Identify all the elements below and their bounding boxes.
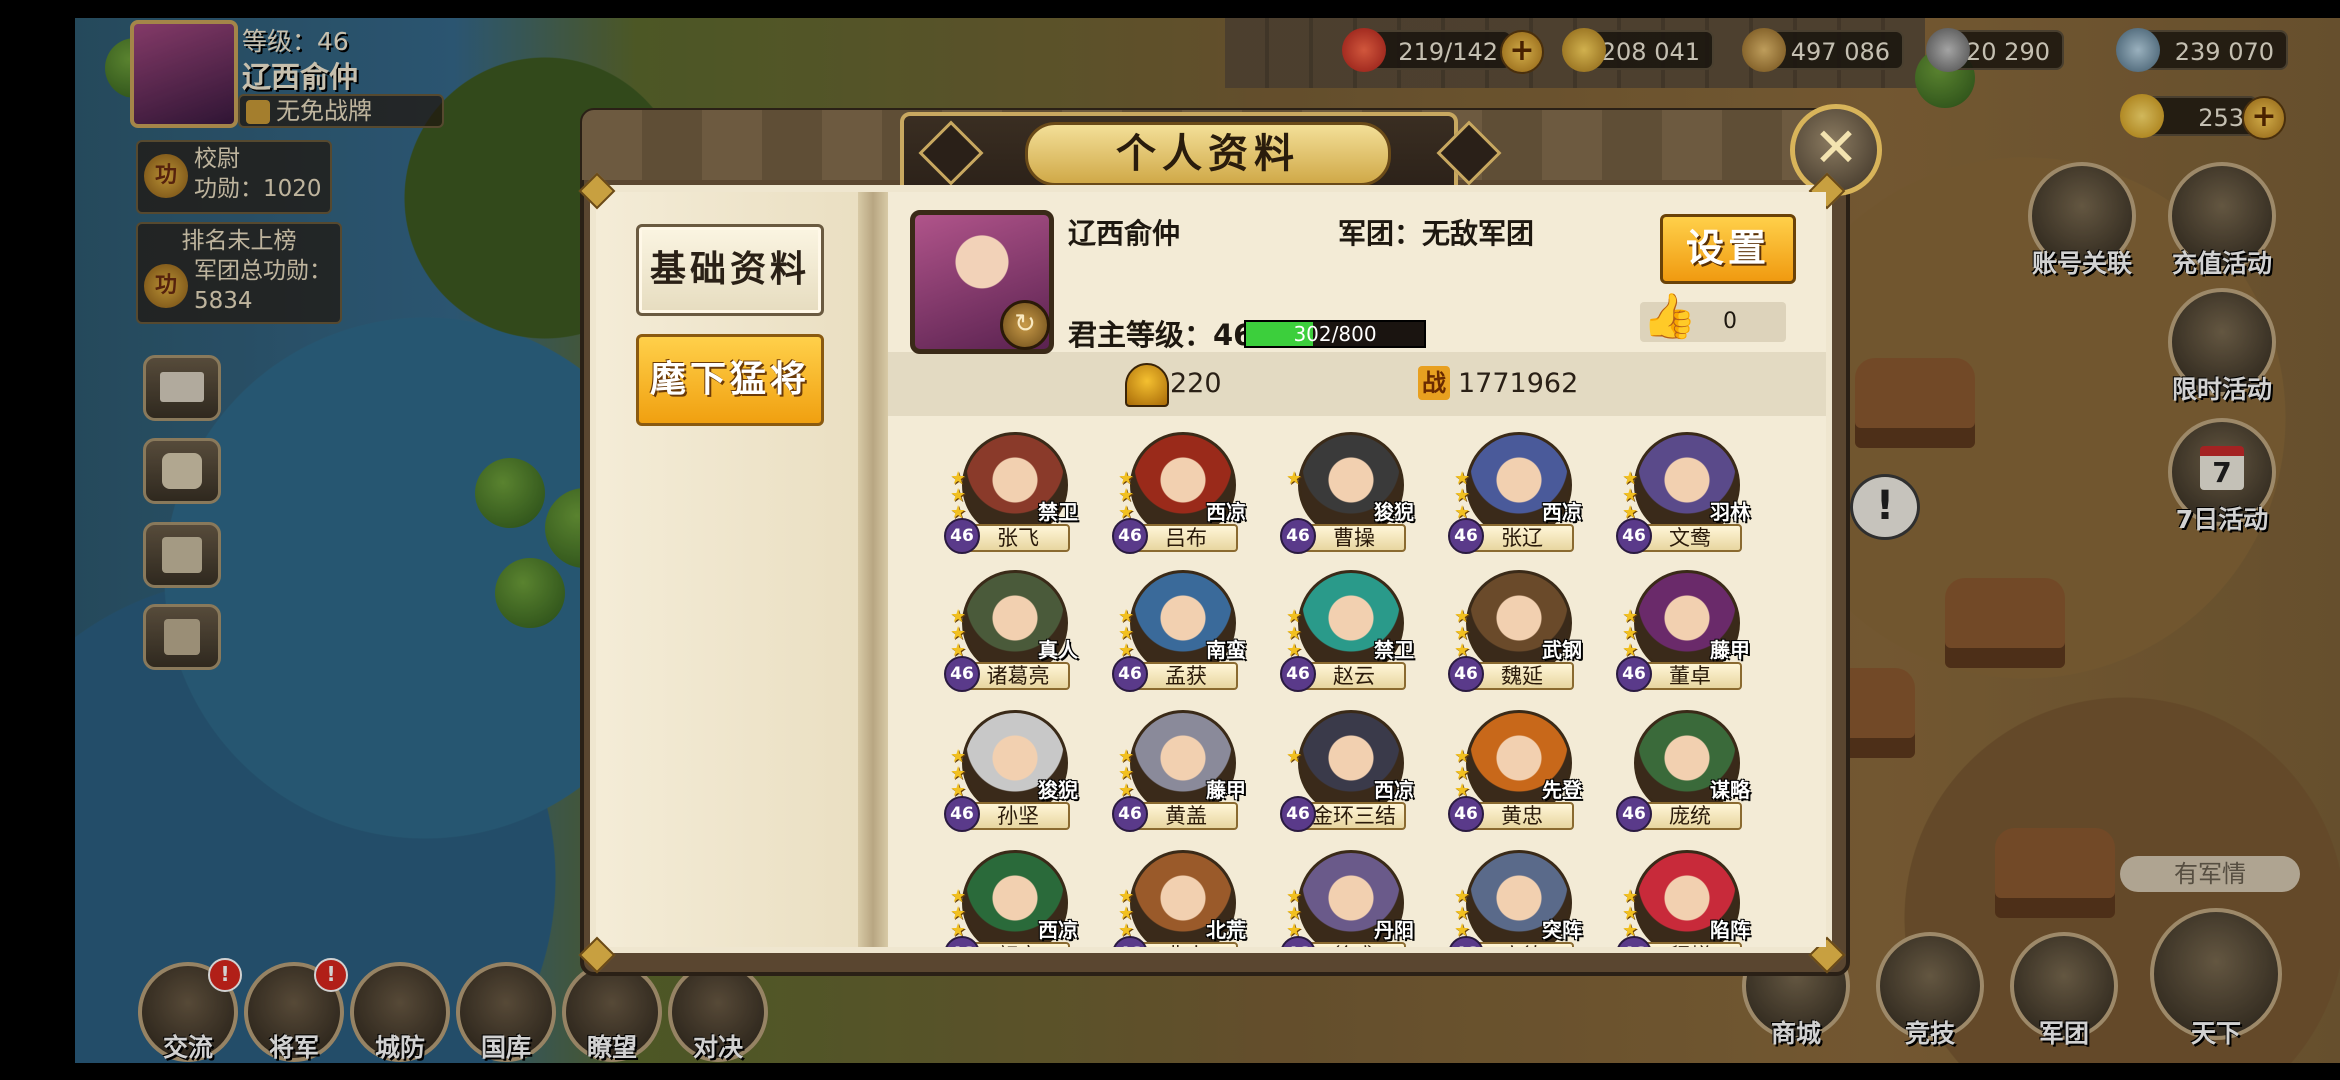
hero-card[interactable]: ★ 西凉 金环三结 46 — [1280, 710, 1414, 834]
hero-faction-tag: 陷阵 — [1710, 918, 1750, 942]
hero-faction-tag: 南蛮 — [1206, 638, 1246, 662]
hero-level: 46 — [1280, 656, 1316, 692]
hero-faction-tag: 西凉 — [1038, 918, 1078, 942]
hero-name: 孟获 — [1134, 662, 1238, 690]
hero-faction-tag: 先登 — [1542, 778, 1582, 802]
hero-faction-tag: 藤甲 — [1710, 638, 1750, 662]
hero-level: 46 — [1616, 656, 1652, 692]
tab-basic-info[interactable]: 基础资料 — [636, 224, 824, 316]
hero-level: 46 — [1112, 518, 1148, 554]
hero-name: 典韦 — [1134, 942, 1238, 947]
hero-faction-tag: 狻猊 — [1374, 500, 1414, 524]
hero-level: 46 — [1448, 796, 1484, 832]
lord-level: 君主等级：46 — [1068, 318, 1254, 352]
hero-name: 董卓 — [1638, 662, 1742, 690]
hero-card[interactable]: ★ ★ ★ 先登 黄忠 46 — [1448, 710, 1582, 834]
hero-faction-tag: 突阵 — [1542, 918, 1582, 942]
hero-name: 曹操 — [1302, 524, 1406, 552]
star-icon: ★ — [1286, 468, 1303, 489]
hero-faction-tag: 北荒 — [1206, 918, 1246, 942]
helmet-icon — [1125, 363, 1169, 407]
hero-level: 46 — [1616, 518, 1652, 554]
swap-avatar-icon[interactable]: ↻ — [1000, 300, 1050, 350]
hero-card[interactable]: ★ 狻猊 曹操 46 — [1280, 432, 1414, 556]
hero-name: 文鸯 — [1638, 524, 1742, 552]
stats-bar — [888, 352, 1826, 416]
close-icon: ✕ — [1813, 116, 1859, 179]
xp-text: 302/800 — [1293, 322, 1377, 346]
battle-power: 1771962 — [1458, 368, 1579, 399]
hero-level: 46 — [944, 518, 980, 554]
hero-name: 金环三结 — [1302, 802, 1406, 830]
hero-faction-tag: 禁卫 — [1374, 638, 1414, 662]
hero-name: 魏延 — [1470, 662, 1574, 690]
hero-name: 庞德 — [1470, 942, 1574, 947]
hero-card[interactable]: ★ ★ ★ 藤甲 董卓 46 — [1616, 570, 1750, 694]
profile-legion: 军团：无敌军团 — [1338, 217, 1535, 250]
hero-name: 诸葛亮 — [966, 662, 1070, 690]
hero-level: 46 — [1448, 656, 1484, 692]
hero-faction-tag: 西凉 — [1374, 778, 1414, 802]
hero-card[interactable]: ★ ★ ★ 藤甲 黄盖 46 — [1112, 710, 1246, 834]
hero-faction-tag: 武钢 — [1542, 638, 1582, 662]
hero-card[interactable]: ★★★北荒典韦46 — [1112, 850, 1246, 947]
hero-card[interactable]: ★★★陷阵貂蝉46 — [1616, 850, 1750, 947]
battle-power-icon: 战 — [1418, 366, 1450, 400]
hero-card[interactable]: ★ ★ ★ 南蛮 孟获 46 — [1112, 570, 1246, 694]
hero-card[interactable]: ★ ★ ★ 禁卫 赵云 46 — [1280, 570, 1414, 694]
hero-level: 46 — [944, 656, 980, 692]
hero-card[interactable]: ★★★丹阳徐盛46 — [1280, 850, 1414, 947]
profile-name: 辽西俞仲 — [1068, 217, 1181, 250]
hero-name: 张辽 — [1470, 524, 1574, 552]
hero-level: 46 — [1280, 796, 1316, 832]
hero-name: 张飞 — [966, 524, 1070, 552]
hero-name: 吕布 — [1134, 524, 1238, 552]
dialog-title: 个人资料 — [1025, 122, 1391, 186]
star-icon: ★ — [1286, 746, 1303, 767]
book-spine — [858, 192, 888, 947]
hero-level: 46 — [944, 796, 980, 832]
hero-card[interactable]: 谋略 庞统 46 — [1616, 710, 1750, 834]
hero-grid: ★ ★ ★ 禁卫 张飞 46 ★ ★ ★ 西凉 吕布 46 ★ 狻猊 曹操 46 ★ ★ ★ 西凉 张辽 46 ★ ★ ★ 羽林文… — [888, 418, 1826, 947]
thumbs-up-icon[interactable]: 👍 — [1642, 292, 1697, 342]
hero-level: 46 — [1112, 796, 1148, 832]
hero-faction-tag: 羽林 — [1710, 500, 1750, 524]
hero-level: 46 — [1112, 656, 1148, 692]
hero-card[interactable]: ★ ★ ★ 羽林 文鸯 46 — [1616, 432, 1750, 556]
hero-name: 貂蝉 — [1638, 942, 1742, 947]
xp-bar: 302/800 — [1244, 320, 1426, 348]
hero-card[interactable]: ★★★突阵庞德46 — [1448, 850, 1582, 947]
heroes-count: 220 — [1170, 368, 1222, 399]
hero-name: 黄忠 — [1470, 802, 1574, 830]
hero-card[interactable]: ★ ★ ★ 禁卫 张飞 46 — [944, 432, 1078, 556]
hero-card[interactable]: ★ ★ ★ 狻猊 孙坚 46 — [944, 710, 1078, 834]
hero-faction-tag: 谋略 — [1710, 778, 1750, 802]
hero-level: 46 — [1448, 518, 1484, 554]
hero-name: 赵云 — [1302, 662, 1406, 690]
hero-faction-tag: 狻猊 — [1038, 778, 1078, 802]
hero-card[interactable]: ★ ★ ★ 西凉 张辽 46 — [1448, 432, 1582, 556]
hero-level: 46 — [1280, 518, 1316, 554]
hero-card[interactable]: ★ ★ ★ 西凉 吕布 46 — [1112, 432, 1246, 556]
hero-card[interactable]: ★ ★ ★ 真人 诸葛亮 46 — [944, 570, 1078, 694]
hero-name: 徐盛 — [1302, 942, 1406, 947]
hero-name: 庞统 — [1638, 802, 1742, 830]
hero-name: 颜良 — [966, 942, 1070, 947]
hero-faction-tag: 西凉 — [1542, 500, 1582, 524]
hero-faction-tag: 丹阳 — [1374, 918, 1414, 942]
settings-button[interactable]: 设置 — [1660, 214, 1796, 284]
hero-name: 孙坚 — [966, 802, 1070, 830]
likes-count: 0 — [1723, 309, 1737, 334]
hero-faction-tag: 禁卫 — [1038, 500, 1078, 524]
hero-name: 黄盖 — [1134, 802, 1238, 830]
tab-generals[interactable]: 麾下猛将 — [636, 334, 824, 426]
hero-card[interactable]: ★★★西凉颜良46 — [944, 850, 1078, 947]
hero-faction-tag: 藤甲 — [1206, 778, 1246, 802]
hero-card[interactable]: ★ ★ ★ 武钢 魏延 46 — [1448, 570, 1582, 694]
hero-faction-tag: 西凉 — [1206, 500, 1246, 524]
hero-faction-tag: 真人 — [1038, 638, 1078, 662]
hero-level: 46 — [1616, 796, 1652, 832]
